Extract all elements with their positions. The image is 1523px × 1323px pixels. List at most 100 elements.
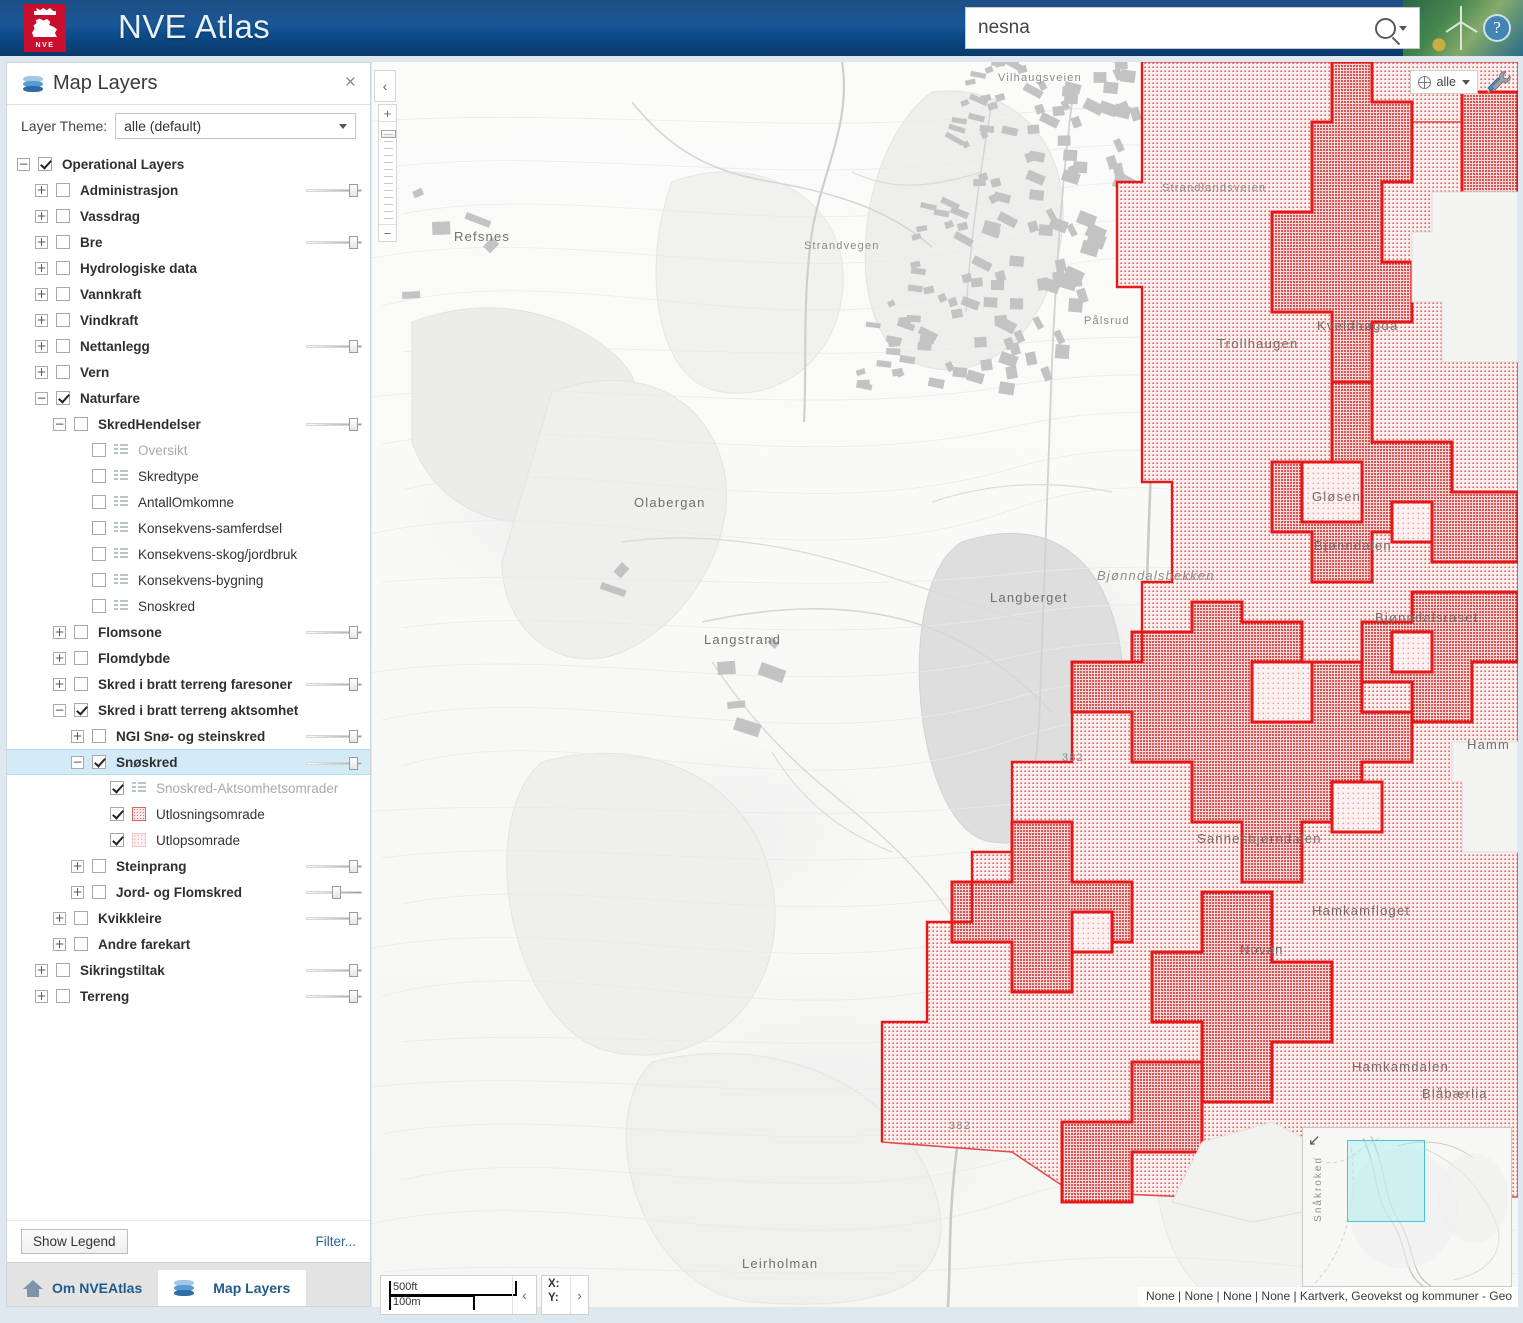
layer-node-utlopsomrade[interactable]: Utlopsomrade — [7, 827, 370, 853]
layer-node-vannkraft[interactable]: + Vannkraft — [7, 281, 370, 307]
slider-knob[interactable] — [349, 757, 359, 770]
expander-toggle[interactable]: − — [71, 755, 84, 769]
opacity-slider[interactable] — [306, 340, 362, 353]
tab-map-layers[interactable]: Map Layers — [158, 1270, 307, 1306]
expander-toggle[interactable]: + — [53, 937, 66, 951]
layer-checkbox[interactable] — [110, 807, 124, 821]
layer-checkbox[interactable] — [74, 703, 88, 717]
layer-checkbox[interactable] — [92, 573, 106, 587]
layer-checkbox[interactable] — [74, 417, 88, 431]
tab-om-nveatlas[interactable]: Om NVEAtlas — [7, 1270, 158, 1306]
layer-checkbox[interactable] — [56, 313, 70, 327]
layer-node-steinprang[interactable]: + Steinprang — [7, 853, 370, 879]
layer-checkbox[interactable] — [38, 157, 52, 171]
slider-knob[interactable] — [349, 860, 359, 873]
layer-node-konsekvens-bygning[interactable]: Konsekvens-bygning — [7, 567, 370, 593]
zoom-in-button[interactable]: + — [379, 105, 396, 122]
expander-toggle[interactable]: + — [53, 625, 66, 639]
layer-checkbox[interactable] — [110, 781, 124, 795]
layer-checkbox[interactable] — [74, 911, 88, 925]
opacity-slider[interactable] — [306, 236, 362, 249]
opacity-slider[interactable] — [306, 418, 362, 431]
slider-knob[interactable] — [349, 990, 359, 1003]
layer-node-kvikkleire[interactable]: + Kvikkleire — [7, 905, 370, 931]
layer-node-flomsone[interactable]: + Flomsone — [7, 619, 370, 645]
overview-extent-box[interactable] — [1347, 1140, 1425, 1222]
layer-checkbox[interactable] — [56, 963, 70, 977]
expander-toggle[interactable]: + — [35, 235, 48, 249]
layer-checkbox[interactable] — [92, 521, 106, 535]
layer-checkbox[interactable] — [56, 287, 70, 301]
layer-node-snoskred-aktsomhetsomrader[interactable]: Snoskred-Aktsomhetsomrader — [7, 775, 370, 801]
layer-node-administrasjon[interactable]: + Administrasjon — [7, 177, 370, 203]
expander-toggle[interactable]: + — [35, 287, 48, 301]
show-legend-button[interactable]: Show Legend — [21, 1229, 128, 1254]
opacity-slider[interactable] — [306, 184, 362, 197]
help-icon[interactable]: ? — [1483, 14, 1511, 42]
layer-node-vassdrag[interactable]: + Vassdrag — [7, 203, 370, 229]
search-box[interactable] — [965, 7, 1420, 49]
layer-checkbox[interactable] — [74, 625, 88, 639]
layer-checkbox[interactable] — [56, 339, 70, 353]
opacity-slider[interactable] — [306, 912, 362, 925]
expander-toggle[interactable]: + — [71, 729, 84, 743]
layer-node-skred-bratt-terreng-faresoner[interactable]: + Skred i bratt terreng faresoner — [7, 671, 370, 697]
layer-checkbox[interactable] — [56, 261, 70, 275]
basemap-selector[interactable]: alle — [1409, 70, 1478, 94]
expander-toggle[interactable]: + — [35, 989, 48, 1003]
layer-checkbox[interactable] — [74, 937, 88, 951]
expander-toggle[interactable]: + — [53, 677, 66, 691]
expander-toggle[interactable]: + — [53, 651, 66, 665]
expander-toggle[interactable]: − — [53, 703, 66, 717]
layer-checkbox[interactable] — [92, 885, 106, 899]
layer-checkbox[interactable] — [92, 547, 106, 561]
expander-toggle[interactable]: + — [53, 911, 66, 925]
expander-toggle[interactable]: + — [35, 963, 48, 977]
layer-checkbox[interactable] — [92, 729, 106, 743]
layer-checkbox[interactable] — [56, 235, 70, 249]
tools-button[interactable] — [1484, 68, 1512, 96]
map-canvas[interactable]: Refsnes Olabergan Langstrand Langberget Bjøn… — [372, 62, 1518, 1307]
expander-toggle[interactable]: + — [35, 209, 48, 223]
layer-node-skred-bratt-terreng-aktsomhet[interactable]: − Skred i bratt terreng aktsomhet — [7, 697, 370, 723]
layer-checkbox[interactable] — [92, 495, 106, 509]
expander-toggle[interactable]: + — [35, 365, 48, 379]
slider-knob[interactable] — [349, 418, 359, 431]
scale-collapse-button[interactable]: ‹ — [512, 1276, 536, 1314]
layer-checkbox[interactable] — [74, 651, 88, 665]
layer-node-skredtype[interactable]: Skredtype — [7, 463, 370, 489]
expander-toggle[interactable]: + — [35, 313, 48, 327]
search-input[interactable] — [966, 9, 1363, 47]
layer-checkbox[interactable] — [56, 365, 70, 379]
layer-node-operational-layers[interactable]: − Operational Layers — [7, 151, 370, 177]
opacity-slider[interactable] — [306, 757, 362, 770]
expander-toggle[interactable]: + — [71, 885, 84, 899]
slider-knob[interactable] — [349, 730, 359, 743]
layer-node-bre[interactable]: + Bre — [7, 229, 370, 255]
zoom-out-button[interactable]: − — [379, 224, 396, 241]
chevron-down-icon[interactable] — [1399, 25, 1407, 31]
layer-checkbox[interactable] — [56, 183, 70, 197]
coordinate-expand-button[interactable]: › — [570, 1276, 588, 1314]
expander-toggle[interactable]: + — [71, 859, 84, 873]
layer-node-snoskred[interactable]: − Snøskred — [7, 749, 370, 775]
opacity-slider[interactable] — [306, 730, 362, 743]
layer-checkbox[interactable] — [92, 443, 106, 457]
slider-knob[interactable] — [331, 886, 341, 899]
layer-checkbox[interactable] — [92, 755, 106, 769]
layer-node-konsekvens-skog-jordbruk[interactable]: Konsekvens-skog/jordbruk — [7, 541, 370, 567]
collapse-arrow-icon[interactable]: ↙ — [1308, 1131, 1321, 1149]
expander-toggle[interactable]: − — [35, 391, 48, 405]
layer-node-terreng[interactable]: + Terreng — [7, 983, 370, 1009]
expander-toggle[interactable]: + — [35, 183, 48, 197]
slider-knob[interactable] — [349, 912, 359, 925]
layer-node-sikringstiltak[interactable]: + Sikringstiltak — [7, 957, 370, 983]
panel-collapse-button[interactable]: ‹ — [374, 70, 396, 102]
filter-link[interactable]: Filter... — [315, 1234, 356, 1249]
layer-node-andre-farekart[interactable]: + Andre farekart — [7, 931, 370, 957]
expander-toggle[interactable]: − — [53, 417, 66, 431]
slider-knob[interactable] — [349, 626, 359, 639]
layer-checkbox[interactable] — [92, 469, 106, 483]
layer-node-flomdybde[interactable]: + Flomdybde — [7, 645, 370, 671]
layer-theme-select[interactable]: alle (default) — [115, 113, 356, 139]
